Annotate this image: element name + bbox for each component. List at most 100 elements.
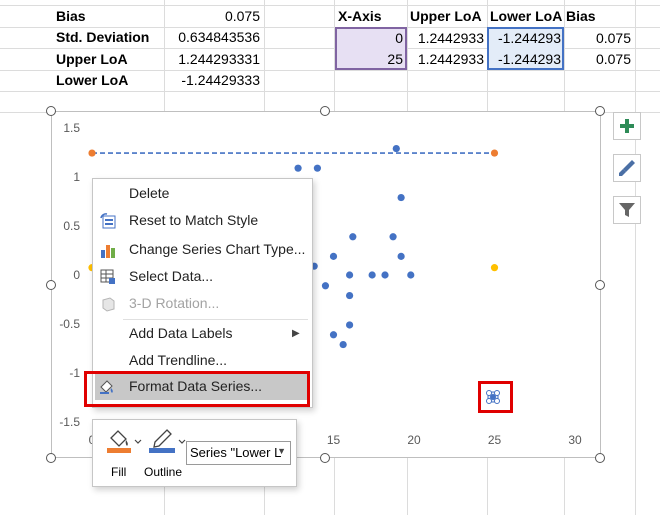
y-tick-label: 1.5 bbox=[63, 121, 80, 135]
menu-item-label: Change Series Chart Type... bbox=[129, 241, 306, 257]
menu-item-3d-rotation[interactable]: 3-D Rotation... bbox=[93, 290, 312, 317]
y-tick-label: 0 bbox=[73, 268, 80, 282]
outline-color-swatch bbox=[149, 448, 175, 453]
menu-item-label: Select Data... bbox=[129, 268, 214, 284]
menu-item-label: Add Data Labels bbox=[129, 325, 233, 341]
data-point[interactable] bbox=[294, 164, 302, 172]
value-std-deviation[interactable]: 0.634843536 bbox=[164, 27, 260, 48]
chart-filters-button[interactable] bbox=[613, 196, 641, 224]
paint-bucket-icon bbox=[107, 430, 142, 453]
mini-toolbar: Fill Outline Series "Lower L ▼ bbox=[92, 419, 297, 487]
rotation-3d-icon bbox=[102, 297, 115, 312]
y-tick-label: 0.5 bbox=[63, 219, 80, 233]
data-point[interactable] bbox=[88, 149, 96, 157]
header-x-axis[interactable]: X-Axis bbox=[338, 6, 382, 27]
header-bias[interactable]: Bias bbox=[566, 6, 596, 27]
resize-handle[interactable] bbox=[320, 453, 330, 463]
label-bias[interactable]: Bias bbox=[56, 6, 86, 27]
cell-bias[interactable]: 0.075 bbox=[564, 49, 631, 70]
y-tick-label: -0.5 bbox=[59, 317, 80, 331]
menu-item-add-trendline[interactable]: Add Trendline... bbox=[93, 347, 312, 374]
data-point[interactable] bbox=[346, 321, 354, 329]
x-tick-label: 30 bbox=[568, 433, 582, 447]
submenu-arrow-icon: ▶ bbox=[292, 328, 300, 339]
col-line bbox=[635, 0, 636, 515]
data-point[interactable] bbox=[397, 193, 405, 202]
highlight-box-lower-loa-point bbox=[478, 381, 513, 413]
data-point[interactable] bbox=[368, 271, 376, 279]
resize-handle[interactable] bbox=[320, 106, 330, 116]
menu-item-label: Reset to Match Style bbox=[129, 212, 259, 228]
value-upper-loa[interactable]: 1.244293331 bbox=[164, 49, 260, 70]
data-point[interactable] bbox=[389, 233, 397, 241]
resize-handle[interactable] bbox=[595, 280, 605, 290]
outline-button[interactable]: Outline bbox=[143, 426, 187, 482]
data-point[interactable] bbox=[397, 252, 405, 260]
fill-color-swatch bbox=[107, 448, 131, 453]
data-point[interactable] bbox=[339, 340, 347, 349]
resize-handle[interactable] bbox=[46, 106, 56, 116]
menu-item-delete[interactable]: Delete bbox=[93, 180, 312, 207]
chart-styles-button[interactable] bbox=[613, 154, 641, 182]
y-tick-label: -1.5 bbox=[59, 415, 80, 429]
chart-styles-icon bbox=[619, 160, 635, 176]
header-upper-loa[interactable]: Upper LoA bbox=[410, 6, 482, 27]
resize-handle[interactable] bbox=[46, 453, 56, 463]
chart-filters-icon bbox=[619, 203, 635, 217]
data-point[interactable] bbox=[392, 144, 400, 153]
data-point[interactable] bbox=[490, 149, 499, 157]
data-point[interactable] bbox=[381, 271, 389, 279]
data-point[interactable] bbox=[321, 282, 330, 290]
resize-handle[interactable] bbox=[595, 106, 605, 116]
cell-lower-loa[interactable]: -1.244293 bbox=[487, 49, 561, 70]
y-tick-label: -1 bbox=[69, 366, 80, 380]
chart-elements-button[interactable] bbox=[613, 112, 641, 140]
data-point[interactable] bbox=[329, 252, 338, 260]
resize-handle[interactable] bbox=[595, 453, 605, 463]
fill-label: Fill bbox=[111, 465, 127, 479]
series-select-dropdown[interactable]: Series "Lower L ▼ bbox=[186, 441, 291, 465]
menu-item-reset-style[interactable]: Reset to Match Style bbox=[93, 207, 312, 234]
cell-x-axis[interactable]: 0 bbox=[335, 28, 403, 49]
cell-x-axis[interactable]: 25 bbox=[335, 49, 403, 70]
header-lower-loa[interactable]: Lower LoA bbox=[490, 6, 562, 27]
data-point[interactable] bbox=[313, 164, 321, 172]
series-select-value: Series "Lower L bbox=[190, 445, 282, 460]
cell-bias[interactable]: 0.075 bbox=[564, 28, 631, 49]
menu-item-label: Add Trendline... bbox=[129, 352, 228, 368]
data-point[interactable] bbox=[349, 233, 357, 241]
x-tick-label: 20 bbox=[407, 433, 421, 447]
chevron-down-icon: ▼ bbox=[277, 446, 286, 456]
menu-item-label: 3-D Rotation... bbox=[129, 295, 220, 311]
cell-upper-loa[interactable]: 1.2442933 bbox=[407, 28, 484, 49]
data-point[interactable] bbox=[407, 271, 415, 279]
row-line bbox=[0, 91, 660, 92]
menu-item-add-data-labels[interactable]: Add Data Labels ▶ bbox=[93, 320, 312, 347]
pen-outline-icon bbox=[149, 429, 186, 453]
y-tick-label: 1 bbox=[73, 170, 80, 184]
data-point[interactable] bbox=[346, 291, 354, 300]
data-point[interactable] bbox=[329, 331, 338, 339]
x-tick-label: 25 bbox=[488, 433, 502, 447]
menu-item-select-data[interactable]: Select Data... bbox=[93, 263, 312, 290]
reset-style-icon bbox=[100, 213, 116, 229]
menu-item-change-chart-type[interactable]: Change Series Chart Type... bbox=[93, 236, 312, 263]
value-bias[interactable]: 0.075 bbox=[164, 6, 260, 27]
outline-label: Outline bbox=[144, 465, 183, 479]
fill-button[interactable]: Fill bbox=[101, 426, 143, 482]
value-lower-loa[interactable]: -1.24429333 bbox=[164, 70, 260, 91]
label-std-deviation[interactable]: Std. Deviation bbox=[56, 27, 149, 48]
chart-elements-icon bbox=[620, 119, 634, 133]
highlight-box-format-data-series bbox=[84, 371, 310, 407]
cell-lower-loa[interactable]: -1.244293 bbox=[487, 28, 561, 49]
menu-item-label: Delete bbox=[129, 185, 170, 201]
label-upper-loa[interactable]: Upper LoA bbox=[56, 49, 128, 70]
x-tick-label: 15 bbox=[327, 433, 341, 447]
resize-handle[interactable] bbox=[46, 280, 56, 290]
data-point[interactable] bbox=[346, 271, 354, 279]
cell-upper-loa[interactable]: 1.2442933 bbox=[407, 49, 484, 70]
label-lower-loa[interactable]: Lower LoA bbox=[56, 70, 128, 91]
select-data-icon bbox=[100, 269, 115, 284]
data-point[interactable] bbox=[490, 264, 499, 272]
chart-type-icon bbox=[101, 245, 115, 258]
